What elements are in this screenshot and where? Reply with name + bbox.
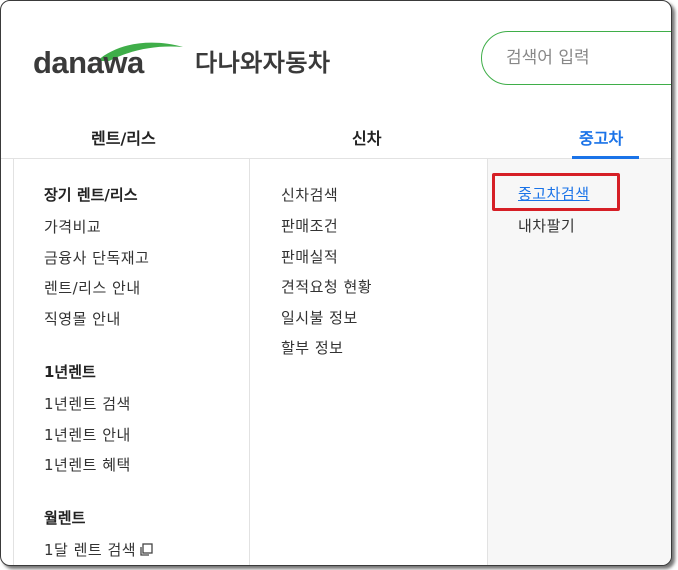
menu-item[interactable]: 판매조건 — [281, 215, 338, 236]
menu-item[interactable]: 1년렌트 혜택 — [44, 454, 131, 475]
menu-heading: 월렌트 — [44, 509, 86, 527]
new-window-icon — [140, 543, 153, 556]
menu-column-new-car: 신차검색 판매조건 판매실적 견적요청 현황 일시불 정보 할부 정보 — [249, 159, 487, 565]
menu-item[interactable]: 가격비교 — [44, 216, 101, 237]
header: danawa 다나와자동차 — [1, 1, 671, 113]
search-input[interactable] — [506, 44, 671, 72]
menu-item[interactable]: 1년렌트 안내 — [44, 424, 131, 445]
logo-text: danawa — [33, 45, 144, 80]
search-box[interactable] — [481, 31, 671, 85]
menu-item-label: 1달 렌트 검색 — [44, 541, 137, 559]
menu-heading: 1년렌트 — [44, 363, 96, 381]
menu-item[interactable]: 1년렌트 검색 — [44, 393, 131, 414]
page-frame: danawa 다나와자동차 렌트/리스 신차 중고차 장기 렌트/리스 가격비교… — [0, 0, 672, 566]
brand-title[interactable]: 다나와자동차 — [195, 43, 330, 78]
tab-rent-lease[interactable]: 렌트/리스 — [91, 125, 156, 149]
menu-column-used-car: 중고차검색 내차팔기 — [487, 159, 671, 565]
menu-item[interactable]: 일시불 정보 — [281, 307, 358, 328]
category-tabs: 렌트/리스 신차 중고차 — [1, 113, 671, 159]
menu-item[interactable]: 금융사 단독재고 — [44, 247, 149, 268]
used-car-search-link[interactable]: 중고차검색 — [518, 183, 590, 204]
menu-item[interactable]: 할부 정보 — [281, 337, 343, 358]
menu-item[interactable]: 렌트/리스 안내 — [44, 277, 141, 298]
tab-new-car[interactable]: 신차 — [352, 125, 381, 149]
menu-item[interactable]: 견적요청 현황 — [281, 276, 372, 297]
menu-heading: 장기 렌트/리스 — [44, 186, 138, 204]
menu-item[interactable]: 내차팔기 — [518, 215, 575, 236]
dropdown-menu: 장기 렌트/리스 가격비교 금융사 단독재고 렌트/리스 안내 직영몰 안내 1… — [1, 159, 671, 565]
menu-item[interactable]: 판매실적 — [281, 246, 338, 267]
tab-used-car[interactable]: 중고차 — [579, 125, 623, 149]
menu-column-rent: 장기 렌트/리스 가격비교 금융사 단독재고 렌트/리스 안내 직영몰 안내 1… — [13, 159, 249, 565]
menu-item[interactable]: 신차검색 — [281, 184, 338, 205]
danawa-logo[interactable]: danawa — [33, 39, 183, 80]
menu-item[interactable]: 직영몰 안내 — [44, 308, 121, 329]
menu-item-external[interactable]: 1달 렌트 검색 — [44, 539, 153, 560]
